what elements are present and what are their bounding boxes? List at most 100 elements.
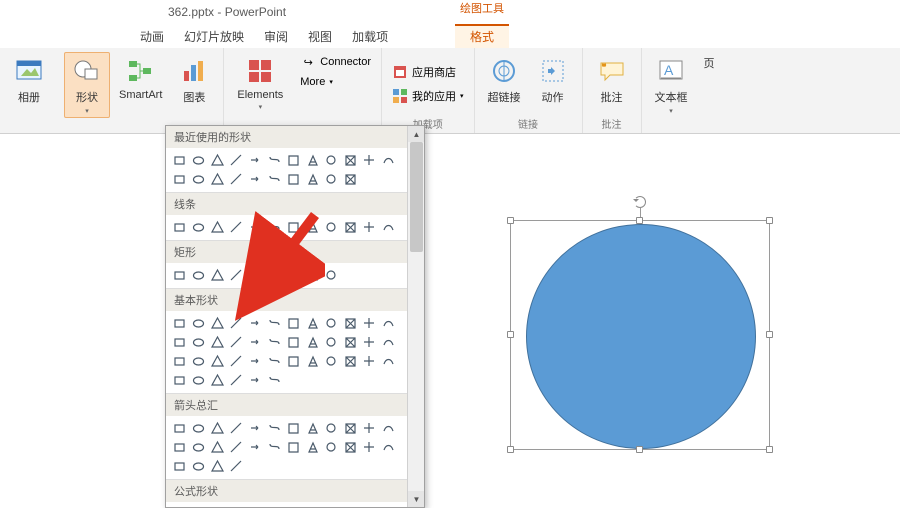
shape-item[interactable] <box>208 151 227 170</box>
shape-item[interactable] <box>341 314 360 333</box>
shape-item[interactable] <box>379 151 398 170</box>
headerfooter-button[interactable]: 页 <box>697 52 722 74</box>
shape-item[interactable] <box>341 419 360 438</box>
resize-handle-w[interactable] <box>507 331 514 338</box>
shape-item[interactable] <box>303 333 322 352</box>
shape-item[interactable] <box>341 170 360 189</box>
shape-item[interactable] <box>284 151 303 170</box>
shape-item[interactable] <box>189 218 208 237</box>
resize-handle-se[interactable] <box>766 446 773 453</box>
resize-handle-s[interactable] <box>636 446 643 453</box>
textbox-button[interactable]: A 文本框 ▾ <box>648 52 695 118</box>
shape-item[interactable] <box>379 314 398 333</box>
shape-item[interactable] <box>246 151 265 170</box>
shape-item[interactable] <box>208 457 227 476</box>
shape-item[interactable] <box>265 371 284 390</box>
shape-item[interactable] <box>322 438 341 457</box>
shape-item[interactable] <box>227 352 246 371</box>
resize-handle-ne[interactable] <box>766 217 773 224</box>
shape-item[interactable] <box>189 333 208 352</box>
shape-item[interactable] <box>208 333 227 352</box>
tab-animations[interactable]: 动画 <box>140 28 164 45</box>
shape-item[interactable] <box>170 218 189 237</box>
shape-item[interactable] <box>170 151 189 170</box>
shape-item[interactable] <box>227 371 246 390</box>
shape-item[interactable] <box>227 457 246 476</box>
oval-shape[interactable] <box>526 224 756 449</box>
shape-item[interactable] <box>322 266 341 285</box>
comment-button[interactable]: 批注 <box>589 52 635 108</box>
shape-item[interactable] <box>379 333 398 352</box>
shape-item[interactable] <box>208 419 227 438</box>
shape-item[interactable] <box>360 151 379 170</box>
shape-item[interactable] <box>246 266 265 285</box>
shape-item[interactable] <box>303 419 322 438</box>
shape-item[interactable] <box>379 352 398 371</box>
shape-item[interactable] <box>227 438 246 457</box>
shape-item[interactable] <box>170 438 189 457</box>
shape-item[interactable] <box>303 266 322 285</box>
shape-item[interactable] <box>341 151 360 170</box>
shape-item[interactable] <box>360 438 379 457</box>
shape-item[interactable] <box>170 266 189 285</box>
shape-item[interactable] <box>189 151 208 170</box>
shape-item[interactable] <box>284 266 303 285</box>
shape-item[interactable] <box>208 266 227 285</box>
shape-item[interactable] <box>265 151 284 170</box>
shape-item[interactable] <box>170 352 189 371</box>
shape-item[interactable] <box>265 352 284 371</box>
shape-item[interactable] <box>322 314 341 333</box>
shape-item[interactable] <box>284 352 303 371</box>
shape-item[interactable] <box>227 218 246 237</box>
shape-item[interactable] <box>360 419 379 438</box>
shape-item[interactable] <box>170 333 189 352</box>
shape-item[interactable] <box>284 170 303 189</box>
resize-handle-sw[interactable] <box>507 446 514 453</box>
shape-item[interactable] <box>246 170 265 189</box>
smartart-button[interactable]: SmartArt <box>112 52 169 104</box>
shape-item[interactable] <box>170 314 189 333</box>
shape-item[interactable] <box>322 170 341 189</box>
album-button[interactable]: 相册 <box>6 52 52 108</box>
shape-item[interactable] <box>208 218 227 237</box>
shape-item[interactable] <box>246 438 265 457</box>
shape-item[interactable] <box>360 333 379 352</box>
shape-item[interactable] <box>170 371 189 390</box>
shape-item[interactable] <box>227 333 246 352</box>
resize-handle-nw[interactable] <box>507 217 514 224</box>
scroll-down-arrow[interactable]: ▼ <box>408 491 425 507</box>
shape-item[interactable] <box>303 314 322 333</box>
shape-item[interactable] <box>246 352 265 371</box>
scroll-thumb[interactable] <box>410 142 423 252</box>
shape-item[interactable] <box>227 170 246 189</box>
hyperlink-button[interactable]: 超链接 <box>481 52 528 108</box>
shape-item[interactable] <box>341 352 360 371</box>
shape-item[interactable] <box>284 314 303 333</box>
shape-item[interactable] <box>246 371 265 390</box>
shape-item[interactable] <box>246 419 265 438</box>
shape-item[interactable] <box>208 371 227 390</box>
shapes-button[interactable]: 形状 ▾ <box>64 52 110 118</box>
shape-item[interactable] <box>246 218 265 237</box>
shape-item[interactable] <box>265 170 284 189</box>
shape-item[interactable] <box>189 170 208 189</box>
shape-item[interactable] <box>227 314 246 333</box>
resize-handle-e[interactable] <box>766 331 773 338</box>
shape-item[interactable] <box>303 151 322 170</box>
shape-item[interactable] <box>322 218 341 237</box>
shape-selection[interactable] <box>510 220 770 450</box>
shape-item[interactable] <box>246 314 265 333</box>
shape-item[interactable] <box>379 218 398 237</box>
shape-item[interactable] <box>189 352 208 371</box>
tab-addins[interactable]: 加载项 <box>352 28 388 45</box>
chart-button[interactable]: 图表 <box>171 52 217 108</box>
slide-canvas[interactable] <box>430 140 900 508</box>
shape-item[interactable] <box>208 314 227 333</box>
shape-item[interactable] <box>284 333 303 352</box>
tab-view[interactable]: 视图 <box>308 28 332 45</box>
connector-button[interactable]: ↪ Connector <box>296 52 375 72</box>
shape-item[interactable] <box>227 419 246 438</box>
shape-item[interactable] <box>170 419 189 438</box>
action-button[interactable]: 动作 <box>530 52 576 108</box>
shape-item[interactable] <box>227 151 246 170</box>
